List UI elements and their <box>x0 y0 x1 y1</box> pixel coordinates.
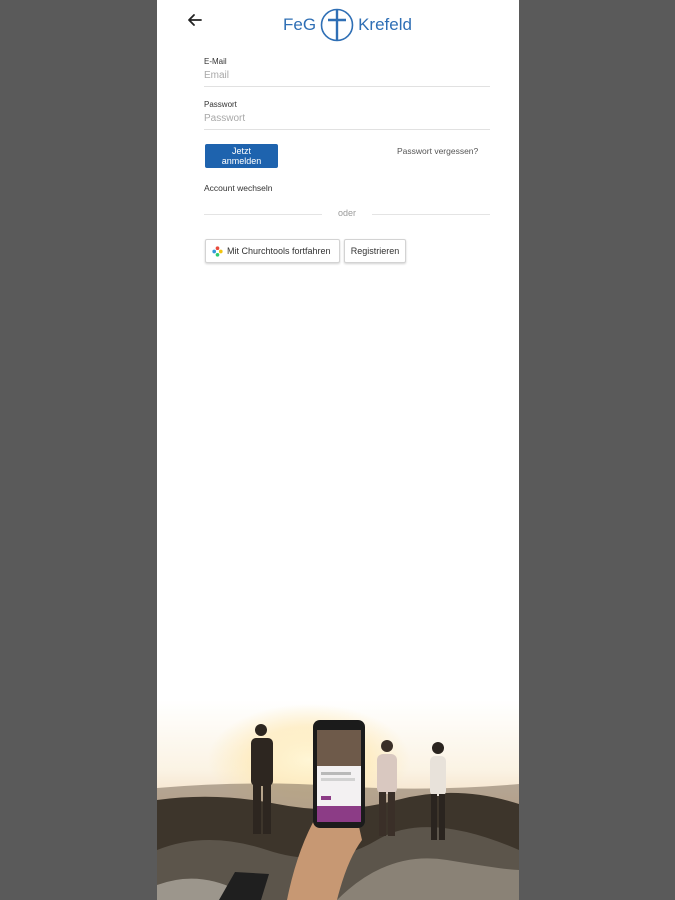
switch-account-link[interactable]: Account wechseln <box>204 183 273 193</box>
login-panel: FeG Krefeld E-Mail Passwort Jetzt anmeld… <box>157 0 519 900</box>
churchtools-icon <box>212 245 223 257</box>
register-button[interactable]: Registrieren <box>344 239 406 263</box>
login-button[interactable]: Jetzt anmelden <box>205 144 278 168</box>
hero-photo <box>157 700 519 900</box>
church-logo: FeG Krefeld <box>283 8 412 42</box>
divider-line-right <box>372 214 490 215</box>
logo-text-right: Krefeld <box>358 15 412 34</box>
password-label: Passwort <box>204 100 237 109</box>
email-label: E-Mail <box>204 57 227 66</box>
or-divider: oder <box>204 208 490 220</box>
back-button[interactable] <box>185 10 205 30</box>
forgot-password-link[interactable]: Passwort vergessen? <box>397 146 478 156</box>
password-field-group: Passwort <box>204 100 490 130</box>
churchtools-button-label: Mit Churchtools fortfahren <box>227 246 331 256</box>
arrow-left-icon <box>188 14 202 26</box>
logo-text-left: FeG <box>283 15 317 34</box>
cross-circle-icon <box>320 8 354 42</box>
password-input[interactable] <box>204 109 490 130</box>
email-input[interactable] <box>204 66 490 87</box>
email-field-group: E-Mail <box>204 57 490 87</box>
churchtools-login-button[interactable]: Mit Churchtools fortfahren <box>205 239 340 263</box>
divider-text: oder <box>337 208 356 218</box>
